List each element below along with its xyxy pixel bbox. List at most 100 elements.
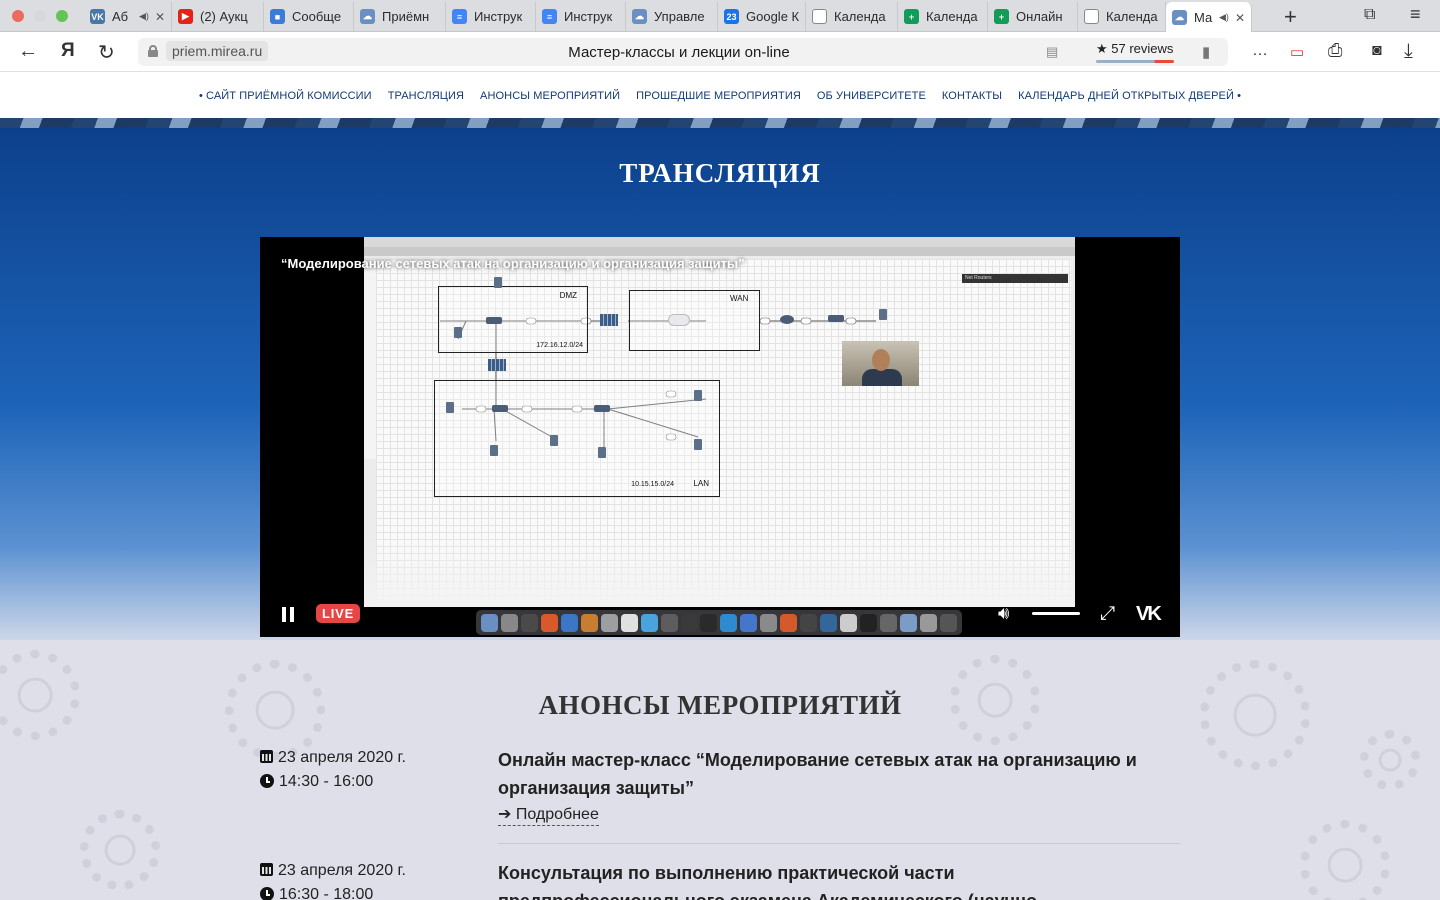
dock-app-icon <box>939 613 957 632</box>
server-node-icon <box>454 327 462 338</box>
reviews-badge[interactable]: ★ 57 reviews <box>1096 41 1173 57</box>
browser-tab-bar: VK Аб ◀︎) ✕ ▶ (2) Аукц ■ Сообще ☁ Приёмн ≡ Инструк ≡… <box>0 0 1440 33</box>
screen-fade <box>364 537 1075 607</box>
gear-decoration <box>1360 730 1420 790</box>
server-node-icon <box>694 439 702 450</box>
clock-icon <box>260 887 274 900</box>
dock-app-icon <box>560 613 578 632</box>
battery-icon[interactable]: ▭ <box>1290 43 1304 61</box>
fullscreen-icon[interactable]: ⤢ <box>1100 603 1115 625</box>
browser-tab[interactable]: Календа <box>806 2 898 31</box>
close-tab-icon[interactable]: ✕ <box>1235 11 1245 25</box>
video-player[interactable]: DMZ 172.16.12.0/24 WAN LAN 10.15.15.0/24 <box>260 237 1180 637</box>
address-bar: ← Я ↻ priem.mirea.ru Мастер-классы и лек… <box>0 32 1440 72</box>
server-node-icon <box>879 309 887 320</box>
browser-tab[interactable]: ■ Сообще <box>264 2 354 31</box>
cloud-favicon-icon: ☁ <box>632 9 647 24</box>
browser-tab[interactable]: ▶ (2) Аукц <box>172 2 264 31</box>
youtube-favicon-icon: ▶ <box>178 9 193 24</box>
nav-admission-site[interactable]: • САЙТ ПРИЁМНОЙ КОМИССИИ <box>199 90 372 102</box>
more-icon[interactable]: … <box>1252 42 1268 60</box>
dock-app-icon <box>780 613 798 632</box>
browser-tab[interactable]: + Онлайн <box>988 2 1078 31</box>
reader-mode-icon[interactable]: ▤ <box>1046 44 1058 60</box>
calendar-icon <box>260 863 273 876</box>
dock-app-icon <box>640 613 658 632</box>
yandex-logo-icon[interactable]: Я <box>61 40 75 62</box>
audio-playing-icon[interactable]: ◀︎) <box>139 11 149 22</box>
dock-app-icon <box>800 613 818 632</box>
live-badge: LIVE <box>316 604 361 623</box>
minimize-window-button[interactable] <box>34 10 46 22</box>
presenter-head <box>872 349 890 371</box>
nav-open-days-calendar[interactable]: КАЛЕНДАРЬ ДНЕЙ ОТКРЫТЫХ ДВЕРЕЙ • <box>1018 90 1241 102</box>
dock-app-icon <box>900 613 917 632</box>
reviews-rating-bar <box>1096 60 1174 63</box>
sheets-favicon-icon: + <box>904 9 919 24</box>
url-field[interactable]: priem.mirea.ru Мастер-классы и лекции on… <box>138 38 1228 66</box>
bookmark-icon[interactable]: ▮ <box>1202 43 1210 61</box>
nav-past-events[interactable]: ПРОШЕДШИЕ МЕРОПРИЯТИЯ <box>636 90 801 102</box>
event-more-label: Подробнее <box>515 806 599 823</box>
server-node-icon <box>446 402 454 413</box>
extension-icon[interactable]: ◙ <box>1372 42 1382 60</box>
dock-app-icon <box>680 613 698 632</box>
new-tab-icon[interactable]: + <box>1284 4 1297 30</box>
event-date: 23 апреля 2020 г. <box>278 749 406 766</box>
browser-tab[interactable]: ≡ Инструк <box>536 2 626 31</box>
dock-app-icon <box>700 613 718 632</box>
download-icon[interactable]: ⤓ <box>1404 40 1413 63</box>
vk-favicon-icon: VK <box>90 9 105 24</box>
nav-about-university[interactable]: ОБ УНИВЕРСИТЕТЕ <box>817 90 926 102</box>
volume-icon[interactable]: 🔊︎ <box>998 603 1009 624</box>
arrow-right-icon: ➔ <box>498 806 516 823</box>
event-title[interactable]: Онлайн мастер-класс “Моделирование сетев… <box>498 746 1158 802</box>
screen-tabbar <box>364 247 1075 256</box>
tab-title: Аб <box>112 9 129 24</box>
browser-tab[interactable]: ☁ Ма ◀︎) ✕ <box>1166 2 1252 33</box>
docs-favicon-icon: ≡ <box>452 9 467 24</box>
browser-tab[interactable]: 23 Google К <box>718 2 806 31</box>
close-window-button[interactable] <box>12 10 24 22</box>
firewall-node-icon <box>600 314 618 326</box>
browser-tab[interactable]: VK Аб ◀︎) ✕ <box>84 2 172 31</box>
clock-icon <box>260 774 274 788</box>
event-title[interactable]: Консультация по выполнению практической … <box>498 859 1158 900</box>
dock-app-icon <box>820 613 838 632</box>
vk-logo-icon[interactable]: VK <box>1136 603 1162 626</box>
reload-icon[interactable]: ↻ <box>98 40 115 65</box>
dock-app-icon <box>520 613 538 632</box>
collections-icon[interactable]: ⧉ <box>1364 6 1375 24</box>
dock-app-icon <box>580 613 598 632</box>
close-tab-icon[interactable]: ✕ <box>155 10 165 24</box>
nav-contacts[interactable]: КОНТАКТЫ <box>942 90 1002 102</box>
event-more-link[interactable]: ➔ Подробнее <box>498 804 599 826</box>
lan-network: 10.15.15.0/24 <box>631 481 674 488</box>
site-navigation: • САЙТ ПРИЁМНОЙ КОМИССИИ ТРАНСЛЯЦИЯ АНОН… <box>0 73 1440 118</box>
back-arrow-icon[interactable]: ← <box>18 40 38 63</box>
server-node-icon <box>490 445 498 456</box>
mac-dock <box>476 610 962 635</box>
browser-tab[interactable]: + Календа <box>898 2 988 31</box>
cloud-favicon-icon: ☁ <box>1172 10 1187 25</box>
maximize-window-button[interactable] <box>56 10 68 22</box>
audio-playing-icon[interactable]: ◀︎) <box>1219 12 1229 23</box>
gear-decoration <box>1300 820 1390 900</box>
nav-broadcast[interactable]: ТРАНСЛЯЦИЯ <box>388 90 464 102</box>
firewall-node-icon <box>488 359 506 371</box>
pause-icon[interactable] <box>281 607 295 622</box>
browser-tab[interactable]: ☁ Управле <box>626 2 718 31</box>
browser-tab[interactable]: ≡ Инструк <box>446 2 536 31</box>
decorative-strip <box>0 118 1440 128</box>
menu-icon[interactable]: ≡ <box>1410 4 1421 25</box>
volume-slider[interactable] <box>1032 612 1080 615</box>
wan-label: WAN <box>730 294 749 303</box>
tab-title: Онлайн <box>1016 9 1063 24</box>
translate-icon[interactable]: ⎙ <box>1328 40 1342 61</box>
nav-announcements[interactable]: АНОНСЫ МЕРОПРИЯТИЙ <box>480 90 620 102</box>
browser-tab[interactable]: ☁ Приёмн <box>354 2 446 31</box>
browser-tab[interactable]: Календа <box>1078 2 1166 31</box>
server-node-icon <box>550 435 558 446</box>
server-node-icon <box>694 390 702 401</box>
screen-menubar <box>364 237 1075 247</box>
